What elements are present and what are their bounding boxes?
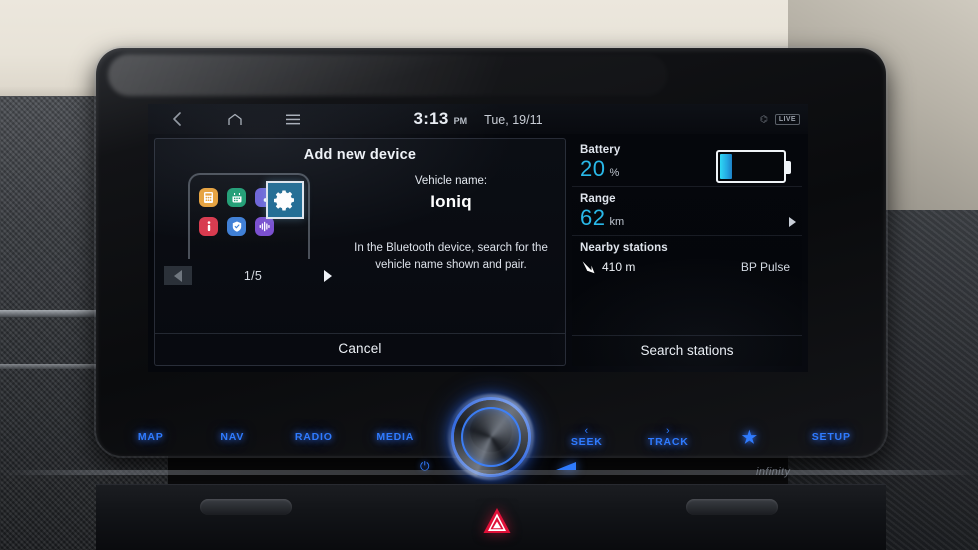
hamburger-menu-icon[interactable] bbox=[264, 105, 322, 133]
status-bar-nav bbox=[148, 105, 322, 133]
map-button-label: MAP bbox=[137, 431, 164, 443]
radio-button[interactable]: RADIO bbox=[273, 431, 355, 443]
dialog-footer: Cancel bbox=[155, 333, 565, 365]
search-stations-button[interactable]: Search stations bbox=[572, 335, 802, 366]
cancel-button[interactable]: Cancel bbox=[338, 341, 381, 356]
knob-body[interactable] bbox=[448, 394, 534, 480]
status-bar: 3:13 PM Tue, 19/11 ⌬ LIVE bbox=[148, 104, 808, 134]
infotainment-screen: 3:13 PM Tue, 19/11 ⌬ LIVE Add new device bbox=[148, 104, 808, 372]
phone-illustration-area: 1/5 bbox=[159, 169, 347, 333]
equalizer-app-icon bbox=[255, 217, 274, 236]
track-caret-icon: › bbox=[666, 424, 671, 437]
media-button-label: MEDIA bbox=[376, 431, 415, 443]
direction-arrow-icon bbox=[580, 259, 600, 275]
media-button[interactable]: MEDIA bbox=[355, 431, 437, 443]
status-bar-indicators: ⌬ LIVE bbox=[759, 113, 800, 125]
nearby-stations-label: Nearby stations bbox=[580, 242, 668, 255]
calculator-app-icon bbox=[199, 188, 218, 207]
phone-graphic bbox=[188, 173, 310, 259]
pairing-instructions: Vehicle name: Ioniq In the Bluetooth dev… bbox=[347, 169, 561, 333]
vehicle-name-value: Ioniq bbox=[430, 192, 472, 211]
seek-button-label: SEEK bbox=[570, 435, 603, 448]
station-provider-name: BP Pulse bbox=[740, 260, 790, 275]
security-app-icon bbox=[227, 217, 246, 236]
live-badge: LIVE bbox=[774, 113, 800, 125]
pairing-hint-text: In the Bluetooth device, search for the … bbox=[354, 242, 548, 271]
setup-button[interactable]: SETUP bbox=[791, 431, 873, 443]
track-button[interactable]: › TRACK bbox=[628, 424, 710, 448]
station-distance: 410 m bbox=[602, 260, 636, 275]
hazard-warning-triangle-icon[interactable] bbox=[475, 498, 519, 544]
vehicle-name-label: Vehicle name: bbox=[414, 175, 488, 187]
chevron-right-icon[interactable] bbox=[789, 217, 796, 228]
volume-level-wedge-icon bbox=[556, 462, 576, 470]
volume-power-knob[interactable]: ⏻ bbox=[420, 394, 576, 480]
star-icon: ★ bbox=[741, 427, 758, 447]
favorites-button[interactable]: ★ bbox=[709, 429, 791, 446]
back-arrow-icon[interactable] bbox=[148, 105, 206, 133]
clock-display: 3:13 PM Tue, 19/11 bbox=[413, 109, 542, 129]
range-value: 62 bbox=[580, 205, 606, 231]
setup-button-label: SETUP bbox=[811, 431, 851, 443]
ev-status-panel: Battery 20 % Range 62 km Nearby stations… bbox=[572, 138, 802, 366]
range-row[interactable]: Range 62 km bbox=[572, 187, 802, 237]
nav-button-label: NAV bbox=[220, 431, 245, 443]
settings-gear-icon bbox=[266, 181, 304, 219]
add-device-dialog: Add new device 1/5 Vehicle name: Ioniq I… bbox=[154, 138, 566, 366]
nav-button[interactable]: NAV bbox=[192, 431, 274, 443]
battery-gauge-icon bbox=[716, 150, 791, 183]
range-label: Range bbox=[580, 193, 616, 206]
battery-gauge-fill bbox=[720, 154, 733, 179]
console-vent-left bbox=[200, 499, 292, 515]
dialog-body: 1/5 Vehicle name: Ioniq In the Bluetooth… bbox=[155, 169, 565, 333]
carousel-prev-button[interactable] bbox=[164, 266, 192, 285]
info-app-icon bbox=[199, 217, 218, 236]
nearby-stations-row[interactable]: Nearby stations 410 m BP Pulse bbox=[572, 236, 802, 281]
track-button-label: TRACK bbox=[647, 435, 689, 448]
screen-content: Add new device 1/5 Vehicle name: Ioniq I… bbox=[148, 134, 808, 372]
home-icon[interactable] bbox=[206, 105, 264, 133]
range-value-group: 62 km bbox=[580, 206, 790, 229]
clock-time: 3:13 bbox=[413, 109, 449, 128]
calendar-app-icon bbox=[227, 188, 246, 207]
map-button[interactable]: MAP bbox=[110, 431, 192, 443]
battery-unit: % bbox=[609, 167, 620, 179]
step-carousel: 1/5 bbox=[164, 266, 342, 285]
console-vent-right bbox=[686, 499, 778, 515]
seek-button[interactable]: ‹ SEEK bbox=[546, 424, 628, 448]
console-trim-strip bbox=[0, 470, 978, 475]
station-entry[interactable]: 410 m BP Pulse bbox=[580, 259, 790, 275]
battery-value: 20 bbox=[580, 156, 606, 181]
hardware-button-row: MAP NAV RADIO MEDIA ⏻ ‹ SEEK › TRACK ★ S… bbox=[110, 394, 873, 480]
knob-chrome-ring bbox=[448, 394, 534, 480]
car-interior-scene: 3:13 PM Tue, 19/11 ⌬ LIVE Add new device bbox=[0, 0, 978, 550]
carousel-next-button[interactable] bbox=[314, 266, 342, 285]
bluetooth-status-icon: ⌬ bbox=[759, 113, 768, 124]
dialog-title: Add new device bbox=[303, 147, 417, 163]
bezel-gloss-reflection bbox=[108, 54, 668, 96]
battery-row[interactable]: Battery 20 % bbox=[572, 138, 802, 188]
radio-button-label: RADIO bbox=[294, 431, 333, 443]
clock-date: Tue, 19/11 bbox=[484, 113, 543, 127]
range-unit: km bbox=[609, 216, 625, 229]
seek-caret-icon: ‹ bbox=[584, 424, 589, 437]
carousel-page-indicator: 1/5 bbox=[243, 268, 263, 283]
clock-ampm: PM bbox=[453, 116, 468, 126]
